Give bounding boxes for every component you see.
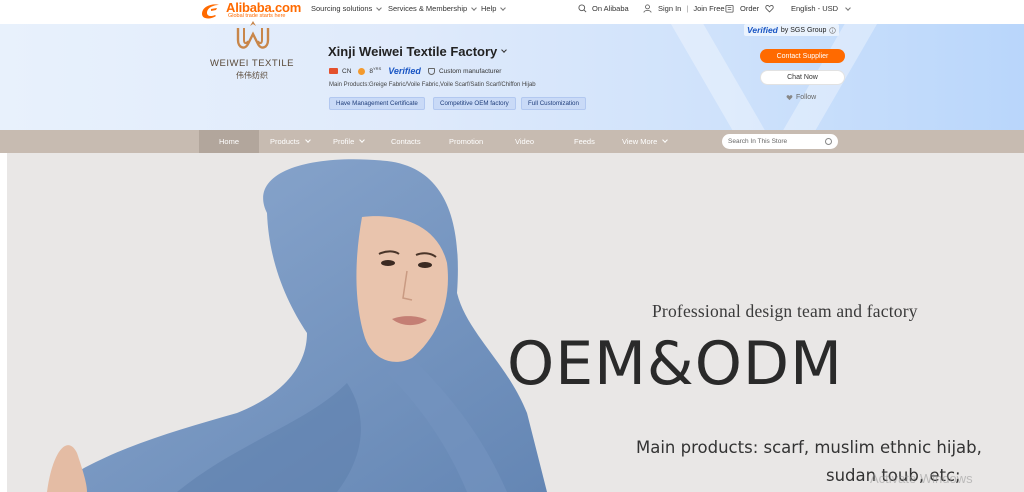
store-tab-profile-label: Profile [333,137,355,146]
chevron-down-icon [359,137,366,143]
brand-chinese-text: 伟伟纺织 [236,71,268,80]
search-icon [578,4,587,13]
order-label: Order [740,4,760,13]
years-unit: YRS [373,66,382,72]
store-tab-promotion[interactable]: Promotion [449,130,483,153]
sgs-verified-badge[interactable]: Verified by SGS Group [744,24,840,36]
brand-name-text: WEIWEI TEXTILE [210,58,294,69]
store-navigation: Home Products Profile Contacts Promotion… [0,130,1024,153]
nav-help[interactable]: Help [481,4,507,13]
nav-services-label: Services & Membership [388,4,468,13]
heart-icon [765,5,774,13]
nav-sourcing-label: Sourcing solutions [311,4,373,13]
order-icon [725,4,734,13]
join-free-link[interactable]: Join Free [693,4,724,13]
store-tab-feeds[interactable]: Feeds [574,130,595,153]
store-tab-products-label: Products [270,137,300,146]
shield-icon [427,67,435,75]
model-photo [47,159,547,492]
company-name-text: Xinji Weiwei Textile Factory [328,44,498,59]
main-products-text: Main Products:Greige Fabric/Voile Fabric… [329,82,536,88]
search-icon [825,138,832,145]
chevron-down-icon [304,137,311,143]
heart-icon [786,95,793,101]
chevron-down-icon [845,4,851,11]
supplier-meta-row: CN 8YRS Verified Custom manufacturer [329,66,501,76]
sign-in-link[interactable]: Sign In [658,4,681,13]
nav-help-label: Help [481,4,497,13]
follow-label: Follow [796,94,817,101]
years-value: 8YRS [369,66,381,75]
locale-label: English - USD [791,4,839,13]
info-icon [829,26,837,34]
user-icon [643,4,652,13]
store-tab-products[interactable]: Products [270,130,311,153]
tag-management-certificate[interactable]: Have Management Certificate [329,97,425,110]
hero-banner[interactable]: Professional design team and factory OEM… [7,153,1024,492]
banner-title: OEM&ODM [507,329,843,399]
on-alibaba-link[interactable]: On Alibaba [578,4,629,13]
chat-now-button[interactable]: Chat Now [760,70,845,85]
country-code: CN [342,67,352,75]
chevron-down-icon [471,4,478,11]
weiwei-logo-icon [236,21,270,49]
chevron-down-icon [500,4,507,11]
supplier-header [0,24,1024,130]
years-badge-icon [358,67,366,75]
store-search-input[interactable]: Search In This Store [722,134,838,149]
tag-full-customization[interactable]: Full Customization [521,97,586,110]
nav-services-membership[interactable]: Services & Membership [388,4,478,13]
chevron-down-icon [501,46,508,53]
order-link[interactable]: Order [725,4,759,13]
verified-badge[interactable]: Verified [388,66,421,76]
on-alibaba-label: On Alibaba [592,4,629,13]
tag-competitive-oem[interactable]: Competitive OEM factory [433,97,516,110]
nav-sourcing-solutions[interactable]: Sourcing solutions [311,4,383,13]
store-tab-video[interactable]: Video [515,130,534,153]
store-tab-profile[interactable]: Profile [333,130,366,153]
banner-subtitle: Professional design team and factory [652,301,918,321]
custom-manufacturer-label: Custom manufacturer [438,67,502,75]
alibaba-logo-icon [202,4,219,19]
account-links: Sign In | Join Free [643,4,725,13]
banner-main-products-line1: Main products: scarf, muslim ethnic hija… [636,438,982,457]
store-tab-view-more[interactable]: View More [622,130,669,153]
sgs-verified-label: Verified [747,25,778,35]
favorites-link[interactable] [765,4,774,13]
store-tab-view-more-label: View More [622,137,658,146]
os-activation-watermark: Activate Windows [870,471,973,486]
chevron-down-icon [662,137,669,143]
store-tab-home[interactable]: Home [199,130,259,153]
language-currency-selector[interactable]: English - USD [791,4,851,13]
supplier-brand-logo[interactable]: WEIWEI TEXTILE 伟伟纺织 [200,20,304,98]
contact-supplier-button[interactable]: Contact Supplier [760,49,845,63]
company-name[interactable]: Xinji Weiwei Textile Factory [328,44,508,59]
follow-button[interactable]: Follow [786,94,816,101]
global-top-bar: Alibaba.com Global trade starts here Sou… [0,0,1024,24]
alibaba-logo[interactable]: Alibaba.com Global trade starts here [199,0,301,22]
store-search-placeholder: Search In This Store [728,138,788,145]
alibaba-logo-tagline: Global trade starts here [228,13,286,19]
china-flag-icon [329,68,338,74]
chevron-down-icon [376,4,383,11]
store-tab-contacts[interactable]: Contacts [391,130,421,153]
sgs-by-label: by SGS Group [780,26,827,34]
